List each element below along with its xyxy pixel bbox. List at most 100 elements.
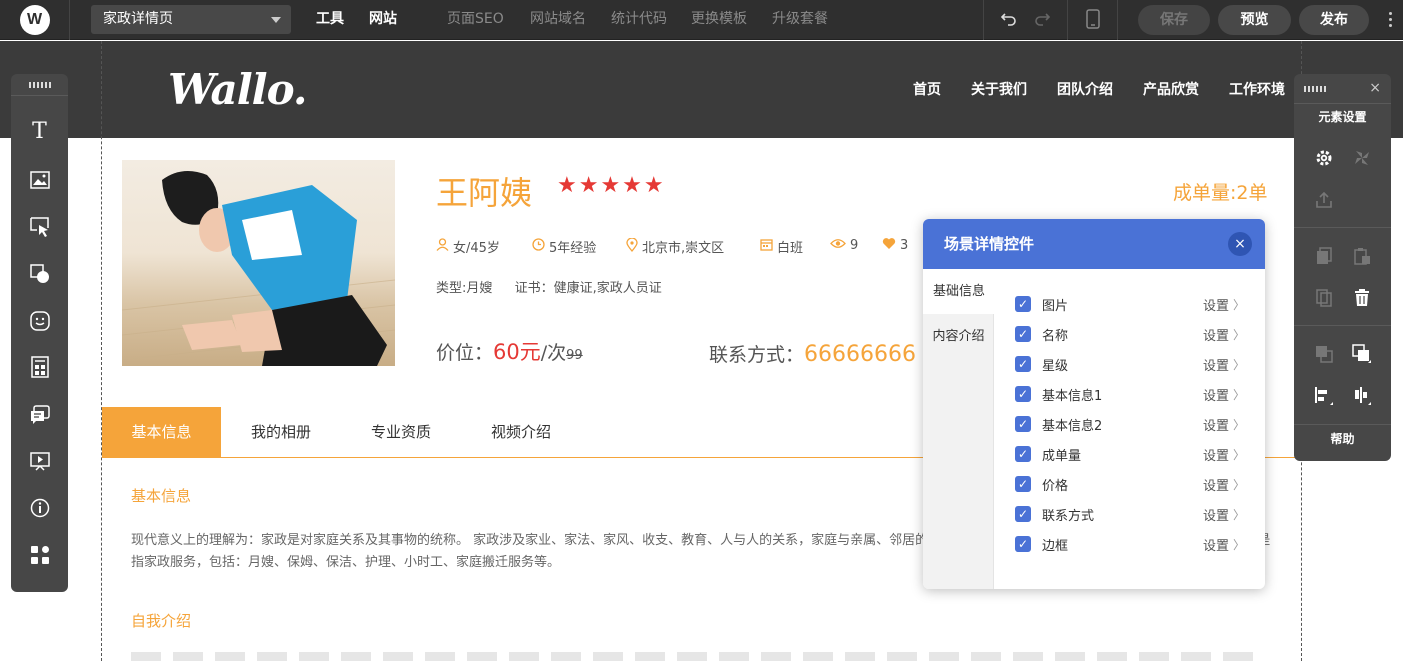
publish-button[interactable]: 发布 — [1299, 5, 1369, 35]
copy-icon[interactable] — [1312, 244, 1336, 268]
contact-label: 联系方式： — [709, 344, 805, 366]
checkbox[interactable]: ✓ — [1015, 446, 1031, 462]
panel-title: 场景详情控件 — [944, 235, 1035, 253]
option-row-info2[interactable]: ✓ 基本信息2 设置〉 — [1015, 414, 1245, 434]
text-tool-icon[interactable]: T — [11, 116, 68, 146]
location-text: 北京市,崇文区 — [642, 241, 725, 256]
settings-link[interactable]: 设置 — [1203, 475, 1229, 494]
chevron-right-icon[interactable]: 〉 — [1233, 446, 1245, 463]
option-row-contact[interactable]: ✓ 联系方式 设置〉 — [1015, 504, 1245, 524]
animation-icon[interactable] — [1350, 146, 1374, 170]
chevron-right-icon[interactable]: 〉 — [1233, 476, 1245, 493]
settings-link[interactable]: 设置 — [1203, 445, 1229, 464]
shape-tool-icon[interactable] — [11, 259, 68, 289]
checkbox[interactable]: ✓ — [1015, 506, 1031, 522]
button-tool-icon[interactable] — [11, 212, 68, 242]
close-icon[interactable]: × — [1369, 80, 1381, 96]
canvas-guide-left — [101, 41, 102, 661]
layer-down-icon[interactable] — [1312, 342, 1336, 366]
emoji-tool-icon[interactable] — [11, 306, 68, 336]
settings-link[interactable]: 设置 — [1203, 415, 1229, 434]
paste-icon[interactable] — [1350, 244, 1374, 268]
tab-album[interactable]: 我的相册 — [231, 407, 331, 457]
tab-video[interactable]: 视频介绍 — [471, 407, 571, 457]
chevron-right-icon[interactable]: 〉 — [1233, 536, 1245, 553]
chevron-right-icon[interactable]: 〉 — [1233, 386, 1245, 403]
mobile-preview-icon[interactable] — [1067, 0, 1117, 40]
settings-link[interactable]: 设置 — [1203, 325, 1229, 344]
save-button[interactable]: 保存 — [1138, 5, 1210, 35]
menu-stats-code[interactable]: 统计代码 — [611, 0, 667, 40]
tab-qualifications[interactable]: 专业资质 — [351, 407, 451, 457]
gear-icon[interactable] — [1312, 146, 1336, 170]
redo-icon[interactable] — [1017, 0, 1067, 40]
side-tab-basic[interactable]: 基础信息 — [923, 269, 995, 314]
option-row-price[interactable]: ✓ 价格 设置〉 — [1015, 474, 1245, 494]
certificates: 证书：健康证,家政人员证 — [514, 281, 662, 296]
settings-link[interactable]: 设置 — [1203, 385, 1229, 404]
help-button[interactable]: 帮助 — [1294, 430, 1391, 447]
nav-team[interactable]: 团队介绍 — [1057, 79, 1113, 99]
option-row-border[interactable]: ✓ 边框 设置〉 — [1015, 534, 1245, 554]
drag-handle-icon[interactable] — [11, 74, 68, 96]
tab-basic-info[interactable]: 基本信息 — [102, 407, 221, 457]
more-menu-icon[interactable] — [1389, 12, 1393, 30]
checkbox[interactable]: ✓ — [1015, 386, 1031, 402]
close-icon[interactable]: × — [1228, 232, 1252, 256]
chevron-right-icon[interactable]: 〉 — [1233, 506, 1245, 523]
menu-upgrade[interactable]: 升级套餐 — [772, 0, 828, 40]
apps-tool-icon[interactable] — [11, 540, 68, 570]
info-tool-icon[interactable] — [11, 493, 68, 523]
menu-site[interactable]: 网站 — [369, 0, 397, 40]
chevron-right-icon[interactable]: 〉 — [1233, 356, 1245, 373]
divider — [1294, 325, 1391, 326]
settings-link[interactable]: 设置 — [1203, 535, 1229, 554]
slideshow-tool-icon[interactable] — [11, 446, 68, 476]
nav-home[interactable]: 首页 — [913, 79, 941, 99]
checkbox[interactable]: ✓ — [1015, 296, 1031, 312]
settings-link[interactable]: 设置 — [1203, 505, 1229, 524]
option-row-image[interactable]: ✓ 图片 设置〉 — [1015, 294, 1245, 314]
menu-tools[interactable]: 工具 — [316, 0, 344, 40]
chevron-right-icon[interactable]: 〉 — [1233, 416, 1245, 433]
option-row-info1[interactable]: ✓ 基本信息1 设置〉 — [1015, 384, 1245, 404]
preview-button[interactable]: 预览 — [1218, 5, 1291, 35]
duplicate-icon[interactable] — [1312, 286, 1336, 310]
chevron-right-icon[interactable]: 〉 — [1233, 326, 1245, 343]
page-select[interactable]: 家政详情页 — [91, 5, 291, 34]
layer-up-icon[interactable] — [1350, 342, 1374, 366]
checkbox[interactable]: ✓ — [1015, 536, 1031, 552]
calendar-icon — [760, 238, 773, 255]
form-tool-icon[interactable] — [11, 352, 68, 382]
nav-about[interactable]: 关于我们 — [971, 79, 1027, 99]
option-row-orders[interactable]: ✓ 成单量 设置〉 — [1015, 444, 1245, 464]
nav-environment[interactable]: 工作环境 — [1229, 79, 1285, 99]
option-row-name[interactable]: ✓ 名称 设置〉 — [1015, 324, 1245, 344]
nav-products[interactable]: 产品欣赏 — [1143, 79, 1199, 99]
chevron-right-icon[interactable]: 〉 — [1233, 296, 1245, 313]
profile-photo[interactable] — [122, 160, 395, 366]
image-tool-icon[interactable] — [11, 165, 68, 195]
meta-row: 类型:月嫂 证书：健康证,家政人员证 — [436, 277, 662, 296]
drag-handle-icon[interactable] — [1304, 86, 1326, 92]
align-left-icon[interactable] — [1312, 384, 1336, 408]
checkbox[interactable]: ✓ — [1015, 326, 1031, 342]
side-tab-content[interactable]: 内容介绍 — [923, 314, 994, 359]
checkbox[interactable]: ✓ — [1015, 356, 1031, 372]
align-center-icon[interactable] — [1350, 384, 1374, 408]
app-logo[interactable]: W — [0, 0, 70, 40]
checkbox[interactable]: ✓ — [1015, 416, 1031, 432]
menu-page-seo[interactable]: 页面SEO — [447, 0, 504, 40]
menu-change-template[interactable]: 更换模板 — [691, 0, 747, 40]
checkbox[interactable]: ✓ — [1015, 476, 1031, 492]
trash-icon[interactable] — [1350, 286, 1374, 310]
upload-icon[interactable] — [1312, 188, 1336, 212]
option-row-stars[interactable]: ✓ 星级 设置〉 — [1015, 354, 1245, 374]
settings-link[interactable]: 设置 — [1203, 355, 1229, 374]
experience-text: 5年经验 — [549, 241, 597, 256]
menu-domain[interactable]: 网站域名 — [530, 0, 586, 40]
heart-icon — [882, 237, 896, 254]
option-label: 基本信息1 — [1042, 388, 1103, 404]
comment-tool-icon[interactable] — [11, 400, 68, 430]
settings-link[interactable]: 设置 — [1203, 295, 1229, 314]
